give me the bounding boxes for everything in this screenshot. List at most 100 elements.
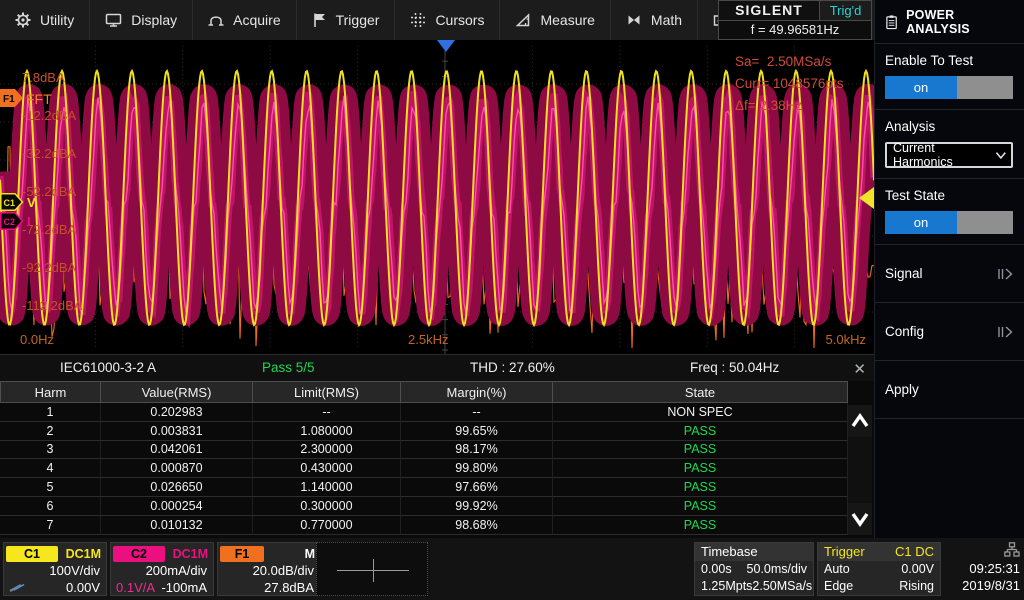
brand-logo: SIGLENT (718, 0, 820, 21)
trigger-status-badge: Trig'd (820, 0, 872, 21)
c1-tab: C1 (6, 546, 58, 562)
table-cell: -- (253, 403, 401, 422)
test-state-section: Test State on (875, 179, 1024, 245)
toggle-off-segment (957, 76, 1013, 99)
trigger-slope: Rising (899, 578, 934, 595)
column-header: Limit(RMS) (253, 381, 401, 403)
timebase-title: Timebase (701, 544, 758, 561)
acquire-arch-icon (208, 12, 224, 28)
table-cell: 98.17% (401, 441, 553, 460)
column-header: Margin(%) (401, 381, 553, 403)
trigger-title: Trigger (824, 544, 865, 561)
table-cell: 1 (0, 403, 101, 422)
menu-trigger[interactable]: Trigger (297, 0, 396, 40)
enable-to-test-toggle[interactable]: on (885, 76, 1013, 99)
table-cell: 0.000870 (101, 459, 253, 478)
probe-icon (4, 579, 27, 596)
channel-box-f1[interactable]: F1 M 20.0dB/div 27.8dBA (217, 542, 321, 596)
table-cell: 5 (0, 478, 101, 497)
table-cell: 0.430000 (253, 459, 401, 478)
submenu-arrow-icon (997, 325, 1014, 339)
timebase-rate: 2.50MSa/s (752, 578, 812, 595)
toggle-on-segment: on (885, 76, 957, 99)
f1-tab: F1 (220, 546, 264, 562)
freq-readout: Freq : 50.04Hz (690, 360, 779, 375)
trigger-level: 0.00V (901, 561, 934, 578)
table-cell: PASS (553, 497, 848, 516)
channel-box-c1[interactable]: C1 DC1M 100V/div 0.00V (3, 542, 107, 596)
menu-math-label: Math (651, 12, 682, 28)
menu-trigger-label: Trigger (336, 12, 380, 28)
column-header: State (553, 381, 848, 403)
menu-math[interactable]: Math (611, 0, 698, 40)
menu-acquire[interactable]: Acquire (193, 0, 296, 40)
table-scrollbar[interactable] (848, 405, 872, 535)
menu-utility[interactable]: Utility (0, 0, 90, 40)
submenu-arrow-icon (997, 267, 1014, 281)
table-cell: 4 (0, 459, 101, 478)
apply-menu-item[interactable]: Apply (875, 361, 1024, 419)
menu-display[interactable]: Display (90, 0, 193, 40)
menu-cursors[interactable]: Cursors (395, 0, 500, 40)
column-header: Value(RMS) (101, 381, 253, 403)
c1-channel-marker[interactable]: C1 (0, 193, 24, 211)
points-annotation: Curr= 1048576pts (735, 76, 843, 91)
sample-rate-annotation: Sa= 2.50MSa/s (735, 54, 831, 69)
table-cell: 99.65% (401, 422, 553, 441)
c2-channel-marker[interactable]: C2 (0, 212, 24, 230)
menu-measure[interactable]: Measure (500, 0, 610, 40)
timebase-box[interactable]: Timebase 0.00s 50.0ms/div 1.25Mpts 2.50M… (694, 542, 814, 596)
svg-text:C2: C2 (4, 217, 16, 227)
f1-channel-marker[interactable]: F1 (0, 89, 24, 107)
x-axis-label-right: 5.0kHz (826, 332, 866, 347)
f1-scale: 20.0dB/div (218, 562, 320, 579)
trigger-box[interactable]: Trigger C1 DC Auto 0.00V Edge Rising (817, 542, 941, 596)
table-cell: 0.010132 (101, 516, 253, 535)
y-axis-label: -92.2dBA (22, 260, 76, 275)
config-label: Config (885, 324, 924, 339)
table-row: 60.0002540.30000099.92%PASS (0, 497, 848, 516)
measure-triangle-icon (515, 12, 531, 28)
y-axis-label: -112.2dBA (22, 298, 82, 313)
y-axis-label: -12.2dBA (22, 108, 76, 123)
close-icon[interactable]: ✕ (853, 360, 866, 378)
column-header: Harm (0, 381, 101, 403)
analysis-section: Analysis Current Harmonics (875, 110, 1024, 179)
empty-channel-slot[interactable] (316, 542, 428, 596)
panel-header: POWER ANALYSIS (875, 0, 1024, 44)
table-row: 70.0101320.77000098.68%PASS (0, 516, 848, 535)
delta-f-annotation: Δf= 2.38Hz (735, 98, 802, 113)
channel-box-c2[interactable]: C2 DC1M 200mA/div 0.1V/A -100mA (110, 542, 214, 596)
monitor-icon (105, 12, 122, 28)
trigger-level-marker[interactable] (859, 187, 874, 209)
analysis-dropdown[interactable]: Current Harmonics (885, 142, 1013, 168)
clock-box: 09:25:31 2019/8/31 (946, 542, 1020, 596)
test-state-toggle[interactable]: on (885, 211, 1013, 234)
thd-readout: THD : 27.60% (470, 360, 555, 375)
pass-summary: Pass 5/5 (262, 360, 315, 375)
c2-scale: 200mA/div (111, 562, 213, 579)
enable-to-test-label: Enable To Test (885, 53, 1014, 68)
c2-coupling: DC1M (173, 547, 208, 561)
x-axis-label-center: 2.5kHz (408, 332, 448, 347)
scroll-down-button[interactable] (848, 503, 872, 535)
analysis-label: Analysis (885, 119, 1014, 134)
table-cell: 98.68% (401, 516, 553, 535)
table-row: 40.0008700.43000099.80%PASS (0, 459, 848, 478)
config-menu-item[interactable]: Config (875, 303, 1024, 361)
table-cell: PASS (553, 478, 848, 497)
crosshair-icon (373, 559, 374, 582)
enable-to-test-section: Enable To Test on (875, 44, 1024, 110)
table-cell: -- (401, 403, 553, 422)
scroll-up-button[interactable] (848, 405, 872, 437)
table-cell: 2 (0, 422, 101, 441)
timebase-delay: 0.00s (701, 561, 732, 578)
table-cell: 2.300000 (253, 441, 401, 460)
signal-menu-item[interactable]: Signal (875, 245, 1024, 303)
trigger-position-marker[interactable] (437, 40, 455, 52)
table-cell: PASS (553, 516, 848, 535)
table-row: 20.0038311.08000099.65%PASS (0, 422, 848, 441)
c2-tab: C2 (113, 546, 165, 562)
flag-icon (312, 12, 327, 28)
table-cell: 97.66% (401, 478, 553, 497)
